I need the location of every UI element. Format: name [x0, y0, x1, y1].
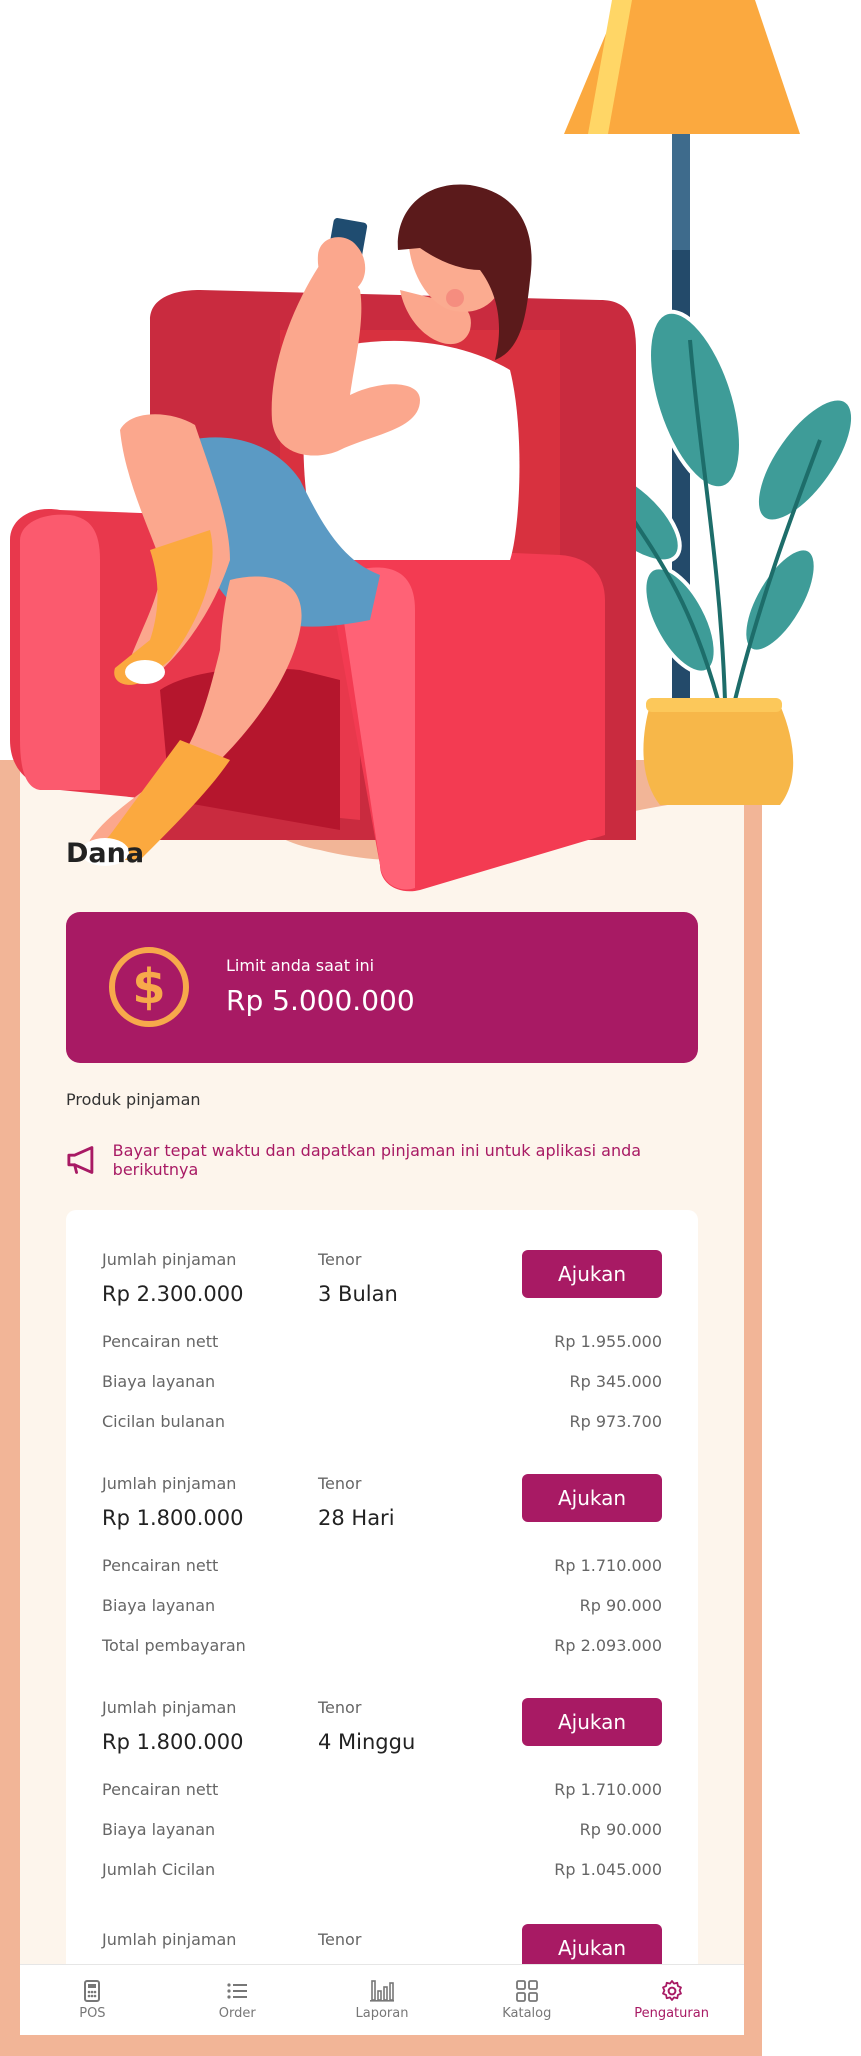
detail-value: Rp 1.710.000: [554, 1556, 662, 1575]
nav-item-laporan[interactable]: Laporan: [310, 1965, 455, 2035]
nav-label: Katalog: [502, 2006, 552, 2021]
grid-icon: [515, 1979, 538, 2003]
detail-value: Rp 345.000: [569, 1372, 662, 1391]
tenor-label: Tenor: [318, 1930, 362, 1949]
megaphone-icon: [67, 1146, 94, 1174]
section-label: Produk pinjaman: [66, 1090, 201, 1109]
svg-text:$: $: [132, 959, 165, 1015]
loan-offer: Jumlah pinjaman Rp 2.300.000 Tenor 3 Bul…: [102, 1250, 662, 1474]
amount-label: Jumlah pinjaman: [102, 1250, 237, 1269]
tenor-label: Tenor: [318, 1250, 362, 1269]
apply-button[interactable]: Ajukan: [522, 1698, 662, 1746]
detail-label: Pencairan nett: [102, 1780, 219, 1799]
tenor-label: Tenor: [318, 1698, 362, 1717]
nav-label: Pengaturan: [634, 2006, 709, 2021]
nav-item-pos[interactable]: POS: [20, 1965, 165, 2035]
amount-value: Rp 2.300.000: [102, 1282, 244, 1306]
amount-value: Rp 1.800.000: [102, 1730, 244, 1754]
detail-label: Pencairan nett: [102, 1556, 219, 1575]
loan-offers-card: Jumlah pinjaman Rp 2.300.000 Tenor 3 Bul…: [66, 1210, 698, 2000]
promo-banner: Bayar tepat waktu dan dapatkan pinjaman …: [66, 1141, 706, 1179]
detail-label: Total pembayaran: [102, 1636, 246, 1655]
amount-label: Jumlah pinjaman: [102, 1930, 237, 1949]
promo-text: Bayar tepat waktu dan dapatkan pinjaman …: [112, 1141, 642, 1179]
limit-value: Rp 5.000.000: [226, 984, 415, 1017]
amount-label: Jumlah pinjaman: [102, 1698, 237, 1717]
tenor-label: Tenor: [318, 1474, 362, 1493]
detail-value: Rp 1.045.000: [554, 1860, 662, 1879]
apply-button[interactable]: Ajukan: [522, 1474, 662, 1522]
nav-label: POS: [79, 2006, 106, 2021]
nav-item-pengaturan[interactable]: Pengaturan: [599, 1965, 744, 2035]
tenor-value: 4 Minggu: [318, 1730, 416, 1754]
limit-card[interactable]: $ Limit anda saat ini Rp 5.000.000: [66, 912, 698, 1063]
calculator-icon: [82, 1979, 102, 2003]
detail-label: Jumlah Cicilan: [102, 1860, 216, 1879]
detail-label: Biaya layanan: [102, 1820, 216, 1839]
nav-label: Laporan: [355, 2006, 409, 2021]
detail-value: Rp 90.000: [579, 1596, 662, 1615]
list-icon: [226, 1979, 248, 2003]
detail-label: Pencairan nett: [102, 1332, 219, 1351]
tenor-value: 3 Bulan: [318, 1282, 398, 1306]
loan-offer: Jumlah pinjaman Rp 1.800.000 Tenor 4 Min…: [102, 1698, 662, 1922]
tenor-value: 28 Hari: [318, 1506, 395, 1530]
dollar-coin-icon: $: [109, 947, 189, 1027]
hero-illustration: [0, 0, 856, 892]
page-title: Dana: [66, 838, 145, 869]
nav-label: Order: [218, 2006, 256, 2021]
detail-value: Rp 1.710.000: [554, 1780, 662, 1799]
amount-value: Rp 1.800.000: [102, 1506, 244, 1530]
nav-item-order[interactable]: Order: [165, 1965, 310, 2035]
bar-chart-icon: [369, 1979, 394, 2003]
detail-label: Biaya layanan: [102, 1596, 216, 1615]
apply-button[interactable]: Ajukan: [522, 1250, 662, 1298]
limit-label: Limit anda saat ini: [226, 956, 375, 975]
detail-value: Rp 973.700: [569, 1412, 662, 1431]
nav-item-katalog[interactable]: Katalog: [454, 1965, 599, 2035]
detail-label: Cicilan bulanan: [102, 1412, 225, 1431]
loan-offer: Jumlah pinjaman Rp 1.800.000 Tenor 28 Ha…: [102, 1474, 662, 1698]
detail-value: Rp 90.000: [579, 1820, 662, 1839]
gear-icon: [660, 1979, 684, 2003]
detail-label: Biaya layanan: [102, 1372, 216, 1391]
detail-value: Rp 2.093.000: [554, 1636, 662, 1655]
amount-label: Jumlah pinjaman: [102, 1474, 237, 1493]
detail-value: Rp 1.955.000: [554, 1332, 662, 1351]
bottom-nav: POS Order Laporan Katalog Pengaturan: [20, 1964, 744, 2035]
